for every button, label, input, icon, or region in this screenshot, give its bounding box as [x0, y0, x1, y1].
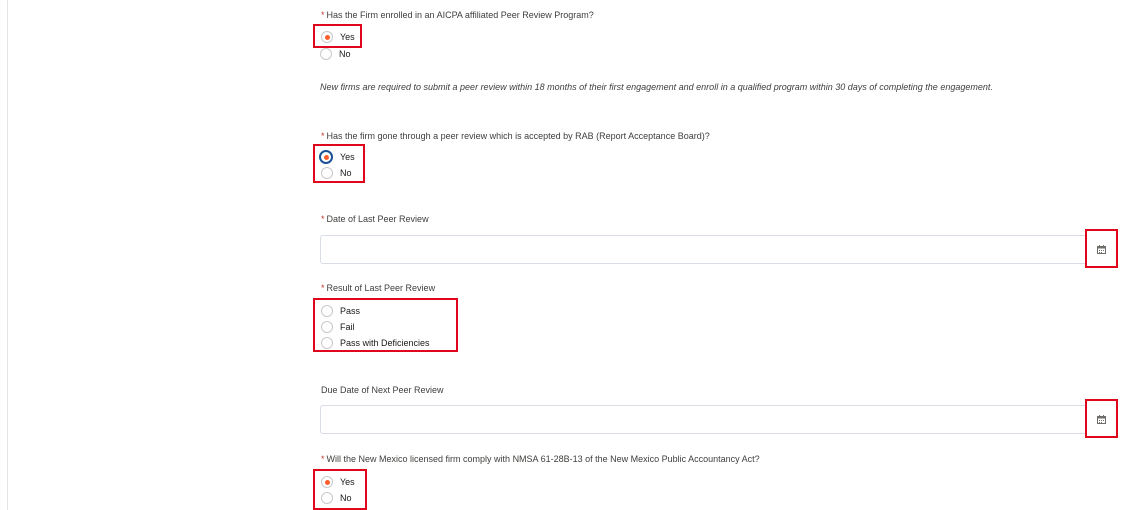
- help-text: New firms are required to submit a peer …: [320, 82, 993, 92]
- due-date-next-review-input[interactable]: [320, 405, 1115, 434]
- radio-unchecked-icon[interactable]: [321, 167, 333, 179]
- nm-option-yes[interactable]: Yes: [321, 476, 355, 488]
- required-mark: *: [321, 283, 325, 293]
- result-option-pass-with-deficiencies[interactable]: Pass with Deficiencies: [321, 337, 430, 349]
- q1-option-yes-label: Yes: [340, 32, 355, 42]
- result-option-pass-label: Pass: [340, 306, 361, 316]
- radio-checked-icon[interactable]: [321, 31, 333, 43]
- q2-option-yes[interactable]: Yes: [319, 150, 355, 164]
- required-mark: *: [321, 454, 325, 464]
- required-mark: *: [321, 131, 325, 141]
- q1-label: * Has the Firm enrolled in an AICPA affil…: [321, 10, 594, 20]
- radio-unchecked-icon[interactable]: [321, 305, 333, 317]
- calendar-icon: [1097, 244, 1106, 254]
- result-radio-group: Pass Fail Pass with Deficiencies: [313, 298, 458, 352]
- due-date-next-review-label-text: Due Date of Next Peer Review: [321, 385, 444, 395]
- result-option-pass[interactable]: Pass: [321, 305, 360, 317]
- peer-review-form: * Has the Firm enrolled in an AICPA affil…: [0, 0, 1143, 510]
- q2-label: * Has the firm gone through a peer review…: [321, 131, 710, 141]
- left-divider: [7, 0, 8, 510]
- radio-unchecked-icon[interactable]: [321, 321, 333, 333]
- q1-option-no-label: No: [339, 49, 351, 59]
- radio-checked-icon[interactable]: [321, 476, 333, 488]
- date-last-review-label: * Date of Last Peer Review: [321, 214, 429, 224]
- radio-unchecked-icon[interactable]: [321, 492, 333, 504]
- q1-radio-group: Yes: [313, 24, 362, 48]
- q1-option-no[interactable]: No: [320, 48, 351, 60]
- required-mark: *: [321, 214, 325, 224]
- radio-unchecked-icon[interactable]: [320, 48, 332, 60]
- nm-question-label-text: Will the New Mexico licensed firm comply…: [326, 454, 760, 464]
- q1-label-text: Has the Firm enrolled in an AICPA affili…: [326, 10, 594, 20]
- q2-option-no-label: No: [340, 168, 352, 178]
- nm-question-label: * Will the New Mexico licensed firm compl…: [321, 454, 760, 464]
- q2-option-no[interactable]: No: [321, 167, 352, 179]
- q2-option-yes-label: Yes: [340, 152, 355, 162]
- result-option-pass-with-deficiencies-label: Pass with Deficiencies: [340, 338, 430, 348]
- q2-radio-group: Yes No: [313, 144, 365, 183]
- radio-checked-icon[interactable]: [319, 150, 333, 164]
- q2-label-text: Has the firm gone through a peer review …: [326, 131, 710, 141]
- date-last-review-label-text: Date of Last Peer Review: [326, 214, 429, 224]
- due-date-next-review-calendar-button[interactable]: [1085, 399, 1118, 438]
- nm-radio-group: Yes No: [313, 469, 367, 510]
- due-date-next-review-label: Due Date of Next Peer Review: [321, 385, 444, 395]
- required-mark: *: [321, 10, 325, 20]
- result-option-fail[interactable]: Fail: [321, 321, 355, 333]
- result-last-review-label-text: Result of Last Peer Review: [326, 283, 436, 293]
- nm-option-no[interactable]: No: [321, 492, 352, 504]
- date-last-review-calendar-button[interactable]: [1085, 229, 1118, 268]
- q1-option-yes[interactable]: Yes: [321, 31, 355, 43]
- date-last-review-input[interactable]: [320, 235, 1115, 264]
- result-last-review-label: * Result of Last Peer Review: [321, 283, 435, 293]
- nm-option-yes-label: Yes: [340, 477, 355, 487]
- nm-option-no-label: No: [340, 493, 352, 503]
- radio-unchecked-icon[interactable]: [321, 337, 333, 349]
- calendar-icon: [1097, 414, 1106, 424]
- result-option-fail-label: Fail: [340, 322, 355, 332]
